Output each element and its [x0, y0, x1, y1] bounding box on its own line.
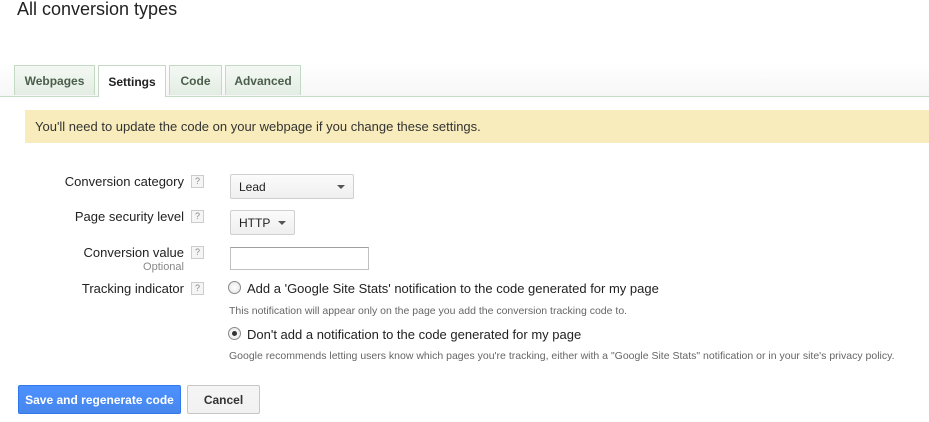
chevron-down-icon: [337, 185, 345, 189]
page-title: All conversion types: [17, 0, 178, 19]
help-icon[interactable]: ?: [191, 246, 204, 259]
radio-no-notification[interactable]: [228, 327, 241, 340]
tracking-indicator-label: Tracking indicator: [81, 281, 184, 296]
page-security-select[interactable]: HTTP: [230, 210, 295, 235]
notice-text: You'll need to update the code on your w…: [35, 119, 481, 134]
help-icon[interactable]: ?: [191, 175, 204, 188]
tab-settings[interactable]: Settings: [98, 65, 166, 97]
conversion-value-optional: Optional: [143, 261, 184, 273]
add-notification-note: This notification will appear only on th…: [229, 305, 628, 317]
page-security-value: HTTP: [239, 215, 271, 230]
conversion-value-label: Conversion value: [83, 245, 184, 260]
help-icon[interactable]: ?: [191, 210, 204, 223]
radio-add-notification-label[interactable]: Add a 'Google Site Stats' notification t…: [247, 281, 659, 296]
chevron-down-icon: [278, 221, 286, 225]
tab-advanced[interactable]: Advanced: [225, 65, 301, 95]
conversion-category-value: Lead: [239, 179, 266, 194]
save-regenerate-button[interactable]: Save and regenerate code: [18, 385, 181, 414]
page-security-label: Page security level: [74, 209, 184, 224]
no-notification-note: Google recommends letting users know whi…: [229, 350, 895, 362]
help-icon[interactable]: ?: [191, 282, 204, 295]
cancel-button[interactable]: Cancel: [187, 385, 260, 414]
conversion-value-input[interactable]: [230, 247, 369, 270]
radio-add-notification[interactable]: [228, 281, 241, 294]
tab-bar: Webpages Settings Code Advanced: [0, 64, 929, 97]
tab-code[interactable]: Code: [169, 65, 222, 95]
conversion-category-label: Conversion category: [64, 174, 184, 189]
settings-notice: You'll need to update the code on your w…: [25, 110, 929, 143]
radio-no-notification-label[interactable]: Don't add a notification to the code gen…: [247, 327, 581, 342]
conversion-category-select[interactable]: Lead: [230, 174, 354, 199]
tab-webpages[interactable]: Webpages: [14, 65, 95, 95]
